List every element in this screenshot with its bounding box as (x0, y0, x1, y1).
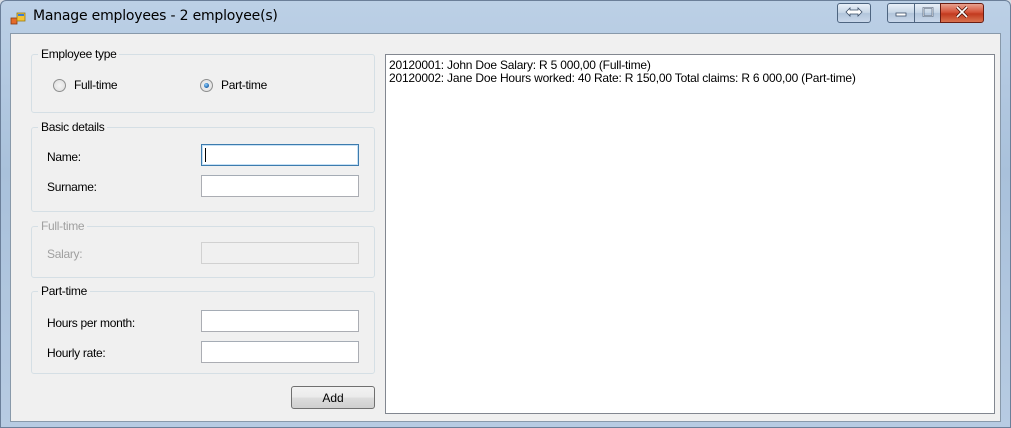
radio-full-time[interactable]: Full-time (53, 78, 118, 92)
hourly-rate-field[interactable] (201, 341, 359, 363)
full-time-group: Full-time Salary: (31, 219, 375, 278)
employee-type-title: Employee type (38, 47, 120, 61)
add-button[interactable]: Add (291, 386, 375, 409)
part-time-group: Part-time Hours per month: Hourly rate: (31, 284, 375, 374)
main-window: Manage employees - 2 employee(s) Employe… (0, 0, 1011, 428)
client-area: Employee type Full-time Part-time Basic … (10, 33, 1001, 422)
minimize-button[interactable] (887, 3, 915, 23)
hourly-rate-label: Hourly rate: (47, 346, 106, 360)
employee-type-group: Employee type Full-time Part-time (31, 47, 375, 113)
radio-part-time-button[interactable] (200, 78, 213, 92)
list-item[interactable]: 20120002: Jane Doe Hours worked: 40 Rate… (389, 72, 991, 85)
hours-per-month-field[interactable] (201, 310, 359, 332)
radio-full-time-button[interactable] (53, 78, 66, 92)
maximize-button[interactable] (914, 3, 941, 23)
text-caret (205, 148, 206, 162)
radio-part-time[interactable]: Part-time (200, 78, 267, 92)
app-icon[interactable] (10, 10, 26, 26)
swap-icon (844, 6, 864, 21)
window-title: Manage employees - 2 employee(s) (33, 8, 278, 24)
maximize-icon (922, 6, 934, 20)
radio-part-time-label: Part-time (221, 78, 267, 92)
part-time-title: Part-time (38, 284, 90, 298)
radio-full-time-label: Full-time (74, 78, 118, 92)
surname-field[interactable] (201, 175, 359, 197)
name-label: Name: (47, 150, 81, 164)
basic-details-title: Basic details (38, 120, 108, 134)
close-icon (955, 5, 969, 21)
swap-button[interactable] (837, 3, 871, 23)
hours-per-month-label: Hours per month: (47, 316, 135, 330)
salary-label: Salary: (47, 247, 83, 261)
name-field[interactable] (201, 144, 359, 166)
close-button[interactable] (940, 3, 984, 23)
surname-label: Surname: (47, 180, 97, 194)
basic-details-group: Basic details Name: Surname: (31, 120, 375, 212)
title-bar[interactable]: Manage employees - 2 employee(s) (1, 1, 1010, 33)
full-time-title: Full-time (38, 219, 88, 233)
salary-field[interactable] (201, 242, 359, 264)
employee-list[interactable]: 20120001: John Doe Salary: R 5 000,00 (F… (385, 54, 995, 414)
minimize-icon (895, 6, 907, 20)
